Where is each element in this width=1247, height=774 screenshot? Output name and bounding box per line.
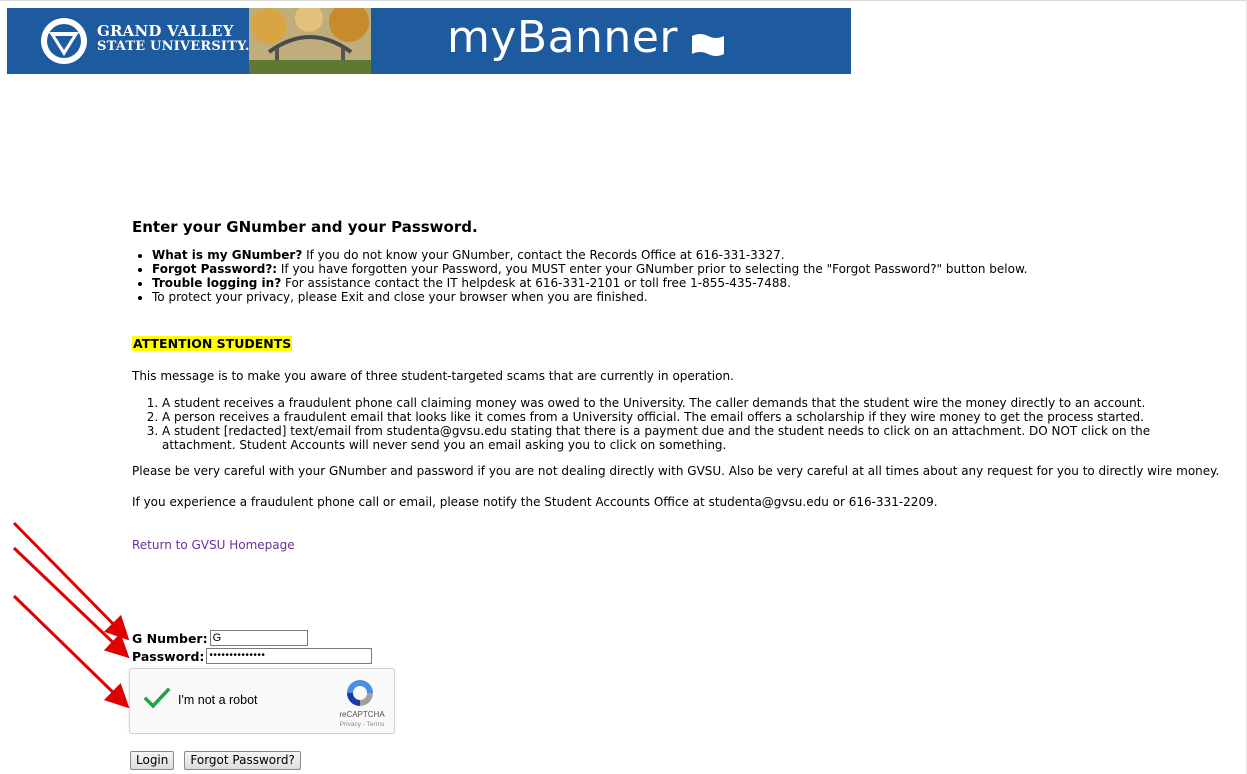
login-form: G Number: Password: I'm not a robot reCA… [129, 629, 395, 770]
careful-note: Please be very careful with your GNumber… [132, 464, 1220, 478]
info-item: Forgot Password?: If you have forgotten … [152, 262, 1222, 276]
scam-item: A student [redacted] text/email from stu… [162, 424, 1222, 452]
info-item: Trouble logging in? For assistance conta… [152, 276, 1222, 290]
page-title: Enter your GNumber and your Password. [132, 218, 478, 236]
info-item-label: Forgot Password?: [152, 262, 278, 276]
main-content: Enter your GNumber and your Password. Wh… [132, 218, 1222, 552]
password-label: Password: [132, 648, 205, 664]
top-border [0, 0, 1247, 1]
info-item: What is my GNumber? If you do not know y… [152, 248, 1222, 262]
gnumber-label: G Number: [132, 630, 208, 646]
scam-intro: This message is to make you aware of thr… [132, 369, 734, 383]
gvsu-logo-icon [41, 18, 87, 64]
recaptcha-logo-icon [347, 680, 373, 706]
info-item-text: If you do not know your GNumber, contact… [302, 248, 785, 262]
notify-note: If you experience a fraudulent phone cal… [132, 495, 938, 509]
arrow-to-captcha [12, 594, 130, 709]
captcha-label: I'm not a robot [178, 693, 258, 707]
forgot-password-button[interactable]: Forgot Password? [184, 751, 301, 770]
recaptcha-brand: reCAPTCHA [339, 710, 385, 719]
flag-icon [692, 34, 724, 56]
info-item-text: To protect your privacy, please Exit and… [152, 290, 648, 304]
info-item-text: For assistance contact the IT helpdesk a… [281, 276, 791, 290]
header-banner: GRAND VALLEY STATE UNIVERSITY. myBanner [7, 8, 851, 74]
gnumber-field[interactable] [209, 630, 308, 646]
university-name: GRAND VALLEY STATE UNIVERSITY. [97, 22, 250, 55]
info-item-label: Trouble logging in? [152, 276, 282, 290]
password-field[interactable] [206, 648, 373, 664]
scam-item: A student receives a fraudulent phone ca… [162, 396, 1222, 410]
campus-photo [249, 8, 371, 74]
scam-list: A student receives a fraudulent phone ca… [132, 396, 1222, 452]
app-title: myBanner [447, 12, 678, 63]
form-buttons: Login Forgot Password? [130, 751, 301, 770]
attention-heading: ATTENTION STUDENTS [132, 336, 293, 351]
recaptcha-widget[interactable]: I'm not a robot reCAPTCHA Privacy - Term… [129, 668, 395, 734]
checkmark-icon[interactable] [143, 686, 171, 710]
password-row: Password: [132, 647, 373, 665]
scam-item: A person receives a fraudulent email tha… [162, 410, 1222, 424]
info-item: To protect your privacy, please Exit and… [152, 290, 1222, 304]
login-button[interactable]: Login [130, 751, 175, 770]
arrow-to-gnumber [12, 521, 130, 641]
recaptcha-privacy-links[interactable]: Privacy - Terms [334, 721, 390, 728]
info-list: What is my GNumber? If you do not know y… [132, 248, 1222, 304]
university-name-line2: STATE UNIVERSITY. [97, 39, 250, 54]
info-item-text: If you have forgotten your Password, you… [277, 262, 1028, 276]
university-name-line1: GRAND VALLEY [97, 22, 234, 40]
info-item-label: What is my GNumber? [152, 248, 303, 262]
gnumber-row: G Number: [132, 629, 372, 647]
arrow-to-password [12, 546, 130, 659]
return-home-link[interactable]: Return to GVSU Homepage [132, 538, 295, 552]
